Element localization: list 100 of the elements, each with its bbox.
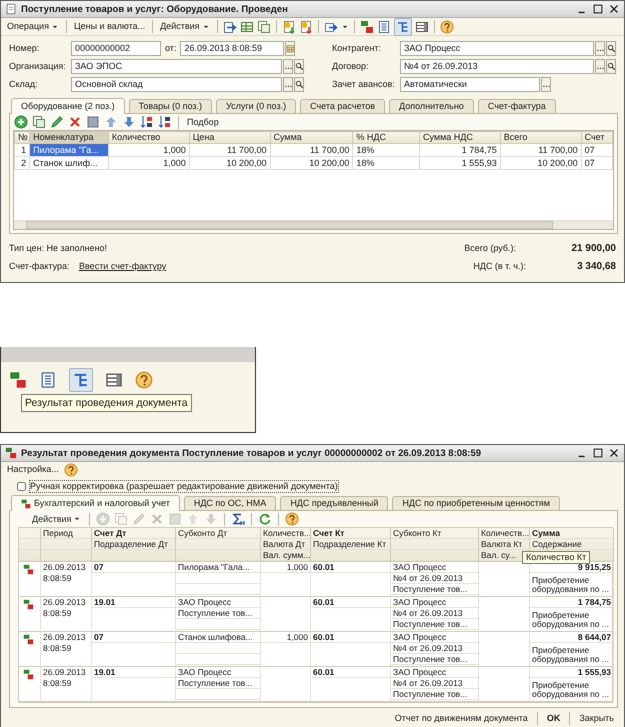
help-icon[interactable]	[64, 462, 78, 476]
add-icon[interactable]	[14, 115, 28, 129]
table-cell[interactable]: 1,000	[108, 144, 190, 156]
text-field[interactable]: 00000000002	[71, 40, 161, 56]
tab[interactable]: Дополнительно	[389, 99, 474, 113]
toolbar-button[interactable]: Подбор	[185, 116, 221, 128]
tab[interactable]: Товары (0 поз.)	[128, 99, 212, 113]
menu-button[interactable]: Действия	[30, 514, 84, 524]
column-header[interactable]: Содержание	[530, 539, 613, 550]
column-header[interactable]: Счет Кт	[311, 528, 390, 539]
column-header[interactable]: Вал. сумм...	[261, 550, 310, 561]
text-field[interactable]: ЗАО ЭПОС	[71, 58, 282, 74]
help-icon[interactable]	[135, 371, 153, 389]
table-cell[interactable]: 18%	[352, 144, 420, 156]
maximize-icon[interactable]	[592, 447, 604, 459]
checkbox-label[interactable]: Ручная корректировка (разрешает редактирование движений документа)	[29, 480, 339, 493]
footer-button[interactable]: Отчет по движениям документа	[392, 713, 530, 724]
horizontal-scrollbar[interactable]	[14, 220, 613, 229]
checkbox[interactable]	[17, 482, 26, 491]
table-cell[interactable]: 07	[581, 156, 612, 170]
refresh-icon[interactable]	[258, 512, 272, 526]
table-cell[interactable]: 1 555,93	[420, 156, 500, 170]
document-icon[interactable]	[282, 20, 296, 34]
column-header[interactable]: Подразделение Дт	[92, 539, 175, 550]
tab[interactable]: Счета расчетов	[300, 99, 386, 113]
column-header[interactable]: Сумма	[270, 132, 353, 144]
table-cell[interactable]: 10 200,00	[189, 156, 270, 170]
sum-icon[interactable]	[231, 512, 246, 526]
table-cell[interactable]: 1 784,75	[420, 144, 500, 156]
close-icon[interactable]	[608, 3, 620, 15]
text-field[interactable]: №4 от 26.09.2013	[400, 58, 594, 74]
text-field[interactable]: Основной склад	[71, 76, 282, 92]
search-button[interactable]	[606, 40, 616, 56]
debit-credit-icon[interactable]	[360, 20, 374, 34]
column-header[interactable]: Сумма	[530, 528, 613, 539]
toolbar-button[interactable]: Настройка...	[5, 464, 61, 475]
calendar-button[interactable]	[285, 40, 296, 56]
maximize-icon[interactable]	[592, 3, 604, 15]
debit-credit-icon[interactable]	[9, 371, 27, 389]
delete-icon[interactable]	[68, 115, 82, 129]
footer-button[interactable]: OK	[544, 713, 562, 724]
column-header[interactable]: Счет	[581, 132, 612, 144]
toolbar-button[interactable]: Цены и валюта...	[72, 21, 148, 32]
document-icon[interactable]	[298, 20, 313, 34]
table-cell[interactable]: 10 200,00	[500, 156, 582, 170]
text-field[interactable]: Автоматически	[400, 76, 540, 92]
tab[interactable]: Оборудование (2 поз.)	[11, 98, 125, 114]
tab[interactable]: Счет-фактура	[478, 99, 556, 113]
search-button[interactable]	[294, 58, 304, 74]
footer-button[interactable]: Закрыть	[577, 713, 616, 724]
column-header[interactable]: Цена	[189, 132, 270, 144]
column-header[interactable]: Количеств...	[479, 528, 529, 539]
menu-button[interactable]: Операция	[5, 21, 61, 32]
toggle-button[interactable]	[69, 368, 93, 392]
down-icon[interactable]	[122, 115, 136, 129]
table-cell[interactable]: 2	[14, 156, 30, 170]
search-button[interactable]	[606, 58, 616, 74]
column-header[interactable]: Всего	[500, 132, 582, 144]
report-icon[interactable]	[376, 20, 391, 34]
square-icon[interactable]	[86, 115, 100, 129]
column-header[interactable]: Сумма НДС	[420, 132, 500, 144]
table-cell[interactable]: 07	[581, 144, 612, 156]
tab[interactable]: НДС по ОС, НМА	[184, 496, 276, 510]
table-cell[interactable]: 10 200,00	[270, 156, 353, 170]
copy-icon[interactable]	[32, 115, 46, 129]
search-button[interactable]	[294, 76, 304, 92]
column-header[interactable]: Количество	[108, 132, 190, 144]
copy-icon[interactable]	[256, 20, 271, 34]
table-icon[interactable]	[240, 20, 254, 34]
list-icon[interactable]	[414, 20, 429, 34]
tab[interactable]: Услуги (0 поз.)	[216, 99, 296, 113]
table-cell[interactable]: 11 700,00	[189, 144, 270, 156]
toggle-button[interactable]	[394, 18, 412, 36]
sort-icon[interactable]	[158, 115, 172, 129]
menu-button[interactable]: Действия	[158, 21, 212, 32]
tab[interactable]: НДС предъявленный	[280, 496, 388, 510]
table-cell[interactable]: Станок шлиф...	[30, 156, 108, 170]
tab[interactable]: Бухгалтерский и налоговый учет	[11, 495, 180, 511]
text-field[interactable]: 26.09.2013 8:08:59	[180, 40, 284, 56]
column-header[interactable]: №	[14, 132, 30, 144]
column-header[interactable]: Валюта Кт	[479, 539, 529, 550]
post-icon[interactable]	[222, 20, 237, 34]
table-cell[interactable]: Пилорама "Га...	[30, 144, 108, 156]
text-field[interactable]: ЗАО Процесс	[400, 40, 594, 56]
column-header[interactable]: Подразделение Кт	[311, 539, 390, 550]
column-header[interactable]: Номенклатура	[30, 132, 108, 144]
table-cell[interactable]: 18%	[352, 156, 420, 170]
table-cell[interactable]: 11 700,00	[270, 144, 353, 156]
table-cell[interactable]: 1,000	[108, 156, 190, 170]
close-icon[interactable]	[608, 447, 620, 459]
report-icon[interactable]	[39, 371, 57, 389]
table-cell[interactable]: 11 700,00	[500, 144, 582, 156]
invoice-link[interactable]: Ввести счет-фактуру	[79, 261, 166, 272]
help-icon[interactable]	[285, 512, 300, 526]
column-header[interactable]: Счет Дт	[92, 528, 175, 539]
column-header[interactable]: Валюта Дт	[261, 539, 310, 550]
sort-icon[interactable]	[140, 115, 154, 129]
help-icon[interactable]	[440, 20, 454, 34]
column-header[interactable]: % НДС	[352, 132, 420, 144]
tab[interactable]: НДС по приобретенным ценностям	[392, 496, 560, 510]
